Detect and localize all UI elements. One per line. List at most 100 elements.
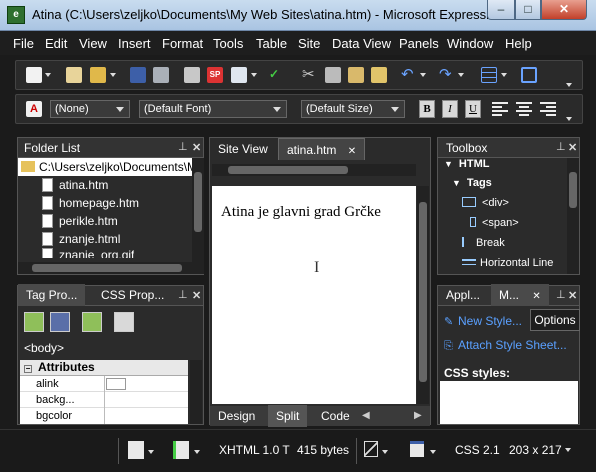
folder-list-scrollbar[interactable] (192, 158, 204, 262)
toolbox-scrollbar[interactable] (567, 158, 579, 274)
toolbar-options-icon[interactable] (566, 117, 572, 121)
style-application-icon[interactable]: A (26, 101, 42, 117)
tab-manage-styles[interactable]: M... ✕ (491, 284, 549, 306)
open-folder-icon[interactable] (90, 67, 106, 83)
color-picker-icon[interactable] (106, 378, 126, 390)
close-panel-icon[interactable]: ✕ (192, 289, 201, 302)
redo-dropdown-icon[interactable] (458, 73, 464, 77)
page-content-text[interactable]: Atina je glavni grad Grčke (221, 204, 381, 221)
pin-icon[interactable]: ⊥ (178, 141, 188, 153)
menu-file[interactable]: File (13, 36, 34, 51)
root-folder-row[interactable]: C:\Users\zeljko\Documents\My (18, 158, 192, 176)
print-icon[interactable] (184, 67, 200, 83)
file-item[interactable]: homepage.htm (42, 194, 139, 212)
menu-data-view[interactable]: Data View (332, 36, 391, 51)
categorized-view-icon[interactable] (24, 312, 44, 332)
attach-style-sheet-link[interactable]: ⎘ Attach Style Sheet... (444, 338, 567, 352)
close-button[interactable]: ✕ (541, 0, 587, 20)
menu-help[interactable]: Help (505, 36, 532, 51)
style-application-mode-icon[interactable] (364, 441, 378, 457)
paste-icon[interactable] (348, 67, 364, 83)
save-icon[interactable] (130, 67, 146, 83)
open-site-icon[interactable] (66, 67, 82, 83)
format-painter-icon[interactable] (371, 67, 387, 83)
folder-list-hscrollbar[interactable] (18, 262, 204, 274)
style-mode-dropdown-icon[interactable] (382, 450, 388, 454)
file-item[interactable]: znanje.html (42, 230, 120, 248)
sort-alphabetical-icon[interactable] (50, 312, 70, 332)
tab-code[interactable]: Code (313, 405, 358, 427)
show-set-properties-icon[interactable] (82, 312, 102, 332)
font-dropdown[interactable]: (Default Font) (139, 100, 287, 118)
css-version-status[interactable]: CSS 2.1 (455, 443, 500, 457)
file-item[interactable]: perikle.htm (42, 212, 118, 230)
menu-panels[interactable]: Panels (399, 36, 439, 51)
close-panel-icon[interactable]: ✕ (192, 141, 201, 154)
compatibility-icon[interactable] (173, 441, 189, 459)
file-item[interactable]: atina.htm (42, 176, 108, 194)
align-left-icon[interactable] (492, 102, 508, 116)
visual-aids-dropdown-icon[interactable] (148, 450, 154, 454)
dimensions-dropdown-icon[interactable] (565, 448, 571, 452)
toolbox-item-break[interactable]: Break (462, 237, 505, 249)
cut-icon[interactable]: ✂ (302, 67, 318, 83)
pin-icon[interactable]: ⊥ (556, 141, 566, 153)
file-item[interactable]: znanje_org.gif (42, 248, 134, 258)
underline-button[interactable]: U (465, 100, 481, 118)
form-view-dropdown-icon[interactable] (430, 450, 436, 454)
spelling-icon[interactable]: ✓ (269, 67, 285, 83)
tab-site-view[interactable]: Site View (210, 138, 276, 160)
menu-view[interactable]: View (79, 36, 107, 51)
editor-scrollbar[interactable] (417, 186, 429, 404)
tab-atina[interactable]: atina.htm ✕ (278, 138, 366, 160)
toolbar-options-icon[interactable] (566, 83, 572, 87)
size-dropdown[interactable]: (Default Size) (301, 100, 405, 118)
toolbox-item-horizontal-line[interactable]: Horizontal Line (462, 257, 553, 269)
options-button[interactable]: Options (530, 309, 580, 331)
style-dropdown[interactable]: (None) (50, 100, 130, 118)
close-tab-icon[interactable]: ✕ (532, 291, 540, 302)
toolbox-html-group[interactable]: ▼ HTML (444, 158, 489, 170)
css-styles-list[interactable] (440, 381, 578, 424)
close-tab-icon[interactable]: ✕ (348, 146, 356, 157)
menu-tools[interactable]: Tools (213, 36, 243, 51)
new-page-icon[interactable] (26, 67, 42, 83)
pin-icon[interactable]: ⊥ (178, 289, 188, 301)
dimensions-status[interactable]: 203 x 217 (509, 443, 562, 457)
compatibility-dropdown-icon[interactable] (194, 450, 200, 454)
align-right-icon[interactable] (540, 102, 556, 116)
doctype-status[interactable]: XHTML 1.0 T (219, 443, 290, 457)
undo-icon[interactable]: ↶ (401, 67, 417, 83)
open-dropdown-icon[interactable] (110, 73, 116, 77)
menu-edit[interactable]: Edit (45, 36, 67, 51)
tag-options-icon[interactable] (114, 312, 134, 332)
scroll-right-icon[interactable]: ▶ (414, 410, 422, 421)
toolbox-item-div[interactable]: <div> (462, 197, 509, 209)
attributes-scrollbar[interactable] (190, 360, 202, 424)
new-style-link[interactable]: ✎ New Style... (444, 314, 522, 328)
visual-aids-icon[interactable] (128, 441, 144, 459)
italic-button[interactable]: I (442, 100, 458, 118)
pin-icon[interactable]: ⊥ (556, 289, 566, 301)
close-panel-icon[interactable]: ✕ (568, 289, 577, 302)
menu-table[interactable]: Table (256, 36, 287, 51)
attributes-header[interactable]: − Attributes (20, 360, 188, 376)
editor-hscrollbar[interactable] (212, 164, 416, 176)
redo-icon[interactable]: ↷ (439, 67, 455, 83)
copy-icon[interactable] (325, 67, 341, 83)
design-canvas[interactable]: Atina je glavni grad Grčke I (212, 186, 416, 404)
tab-apply-styles[interactable]: Appl... (438, 284, 488, 306)
find-icon[interactable] (153, 67, 169, 83)
toolbox-tags-group[interactable]: ▼ Tags (452, 177, 492, 189)
menu-site[interactable]: Site (298, 36, 320, 51)
close-panel-icon[interactable]: ✕ (568, 141, 577, 154)
menu-format[interactable]: Format (162, 36, 203, 51)
preview-icon[interactable] (231, 67, 247, 83)
tab-split[interactable]: Split (268, 405, 308, 427)
undo-dropdown-icon[interactable] (420, 73, 426, 77)
menu-insert[interactable]: Insert (118, 36, 151, 51)
maximize-button[interactable]: □ (515, 0, 541, 20)
align-center-icon[interactable] (516, 102, 532, 116)
tab-css-properties[interactable]: CSS Prop... (93, 284, 172, 306)
minimize-button[interactable]: – (487, 0, 515, 20)
